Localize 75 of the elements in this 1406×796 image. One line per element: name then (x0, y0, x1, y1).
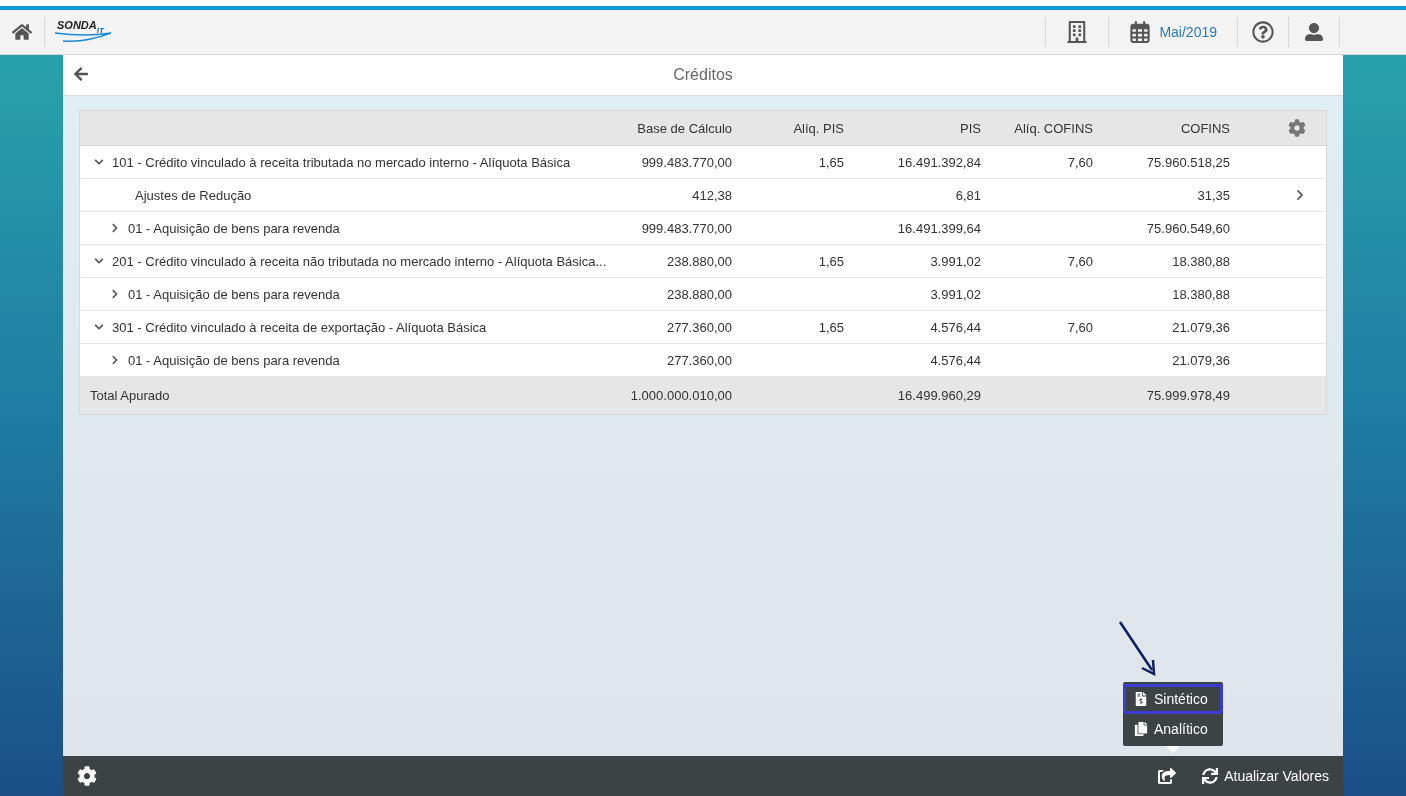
total-cell-text: 1.000.000.010,00 (629, 387, 732, 403)
collapse-toggle[interactable] (94, 256, 104, 266)
total-cell-text: 75.999.978,49 (1145, 387, 1230, 403)
table-cell-text: 412,38 (691, 187, 732, 203)
help-icon (1252, 21, 1274, 43)
period-button[interactable]: Mai/2019 (1108, 17, 1237, 47)
user-menu-button[interactable] (1288, 17, 1340, 47)
table-cell-text: 7,60 (1066, 253, 1093, 269)
column-header: Alíq. PIS (792, 120, 844, 136)
table-cell-text: 1,65 (817, 154, 844, 170)
settings-icon[interactable] (1288, 119, 1306, 137)
user-icon (1305, 23, 1323, 41)
calendar-icon (1129, 21, 1152, 43)
table-cell-text: 3.991,02 (929, 286, 981, 302)
table-cell-text: 16.491.392,84 (896, 154, 981, 170)
menu-item[interactable]: Sintético (1123, 684, 1223, 714)
refresh-button[interactable]: Atualizar Valores (1196, 768, 1335, 784)
back-button[interactable] (73, 66, 89, 82)
table-cell-text: 238.880,00 (665, 286, 732, 302)
column-header: Base de Cálculo (636, 120, 732, 136)
table-cell-text: 21.079,36 (1171, 319, 1230, 335)
table-cell-text: 21.079,36 (1171, 352, 1230, 368)
refresh-icon (1202, 768, 1219, 784)
table-cell-text: 4.576,44 (929, 352, 981, 368)
table-cell-text: 1,65 (817, 319, 844, 335)
menu-pointer (1166, 746, 1180, 753)
column-header: PIS (959, 120, 981, 136)
column-header: COFINS (1179, 120, 1230, 136)
settings-icon (77, 766, 97, 786)
table-cell-text: 7,60 (1066, 154, 1093, 170)
table-cell-text: 18.380,88 (1171, 253, 1230, 269)
table-cell-text: 18.380,88 (1171, 286, 1230, 302)
table-cell-text: 6,81 (954, 187, 981, 203)
column-header: Alíq. COFINS (1013, 120, 1093, 136)
table-cell-text: 75.960.549,60 (1145, 220, 1230, 236)
table-cell-text: 7,60 (1066, 319, 1093, 335)
table-cell-text: 999.483.770,00 (640, 220, 732, 236)
annotation-arrow (1118, 620, 1158, 676)
chevron-right-icon (110, 223, 120, 233)
chevron-right-icon (110, 355, 120, 365)
copy-icon (1134, 722, 1148, 736)
table-cell-text: 75.960.518,25 (1145, 154, 1230, 170)
row-label: 01 - Aquisição de bens para revenda (128, 352, 340, 368)
collapse-toggle[interactable] (94, 157, 104, 167)
total-cell-text: 16.499.960,29 (896, 387, 981, 403)
table-cell-text: 4.576,44 (929, 319, 981, 335)
chevron-down-icon (94, 256, 104, 266)
total-label: Total Apurado (90, 387, 170, 403)
chevron-right-icon (110, 289, 120, 299)
table-cell-text: 999.483.770,00 (640, 154, 732, 170)
chevron-right-icon[interactable] (1294, 189, 1306, 201)
collapse-toggle[interactable] (94, 322, 104, 332)
page-title: Créditos (673, 66, 733, 84)
home-icon (12, 22, 32, 42)
row-label: 201 - Crédito vinculado à receita não tributada no mercado interno - Alíquota Básica... (112, 253, 607, 269)
expand-toggle[interactable] (110, 289, 120, 299)
building-icon (1066, 21, 1089, 43)
table-cell-text: 277.360,00 (665, 319, 732, 335)
table-cell-text: 16.491.399,64 (896, 220, 981, 236)
row-label: Ajustes de Redução (135, 187, 252, 203)
share-icon (1158, 767, 1177, 785)
row-label: 301 - Crédito vinculado à receita de exportação - Alíquota Básica (112, 319, 487, 335)
row-label: 101 - Crédito vinculado à receita tributada no mercado interno - Alíquota Básica (112, 154, 571, 170)
table-cell-text: 3.991,02 (929, 253, 981, 269)
row-label: 01 - Aquisição de bens para revenda (128, 220, 340, 236)
chevron-down-icon (94, 157, 104, 167)
table-cell-text: 31,35 (1196, 187, 1230, 203)
table-cell-text: 277.360,00 (665, 352, 732, 368)
report-icon (1134, 692, 1148, 706)
table-cell-text: 1,65 (817, 253, 844, 269)
chevron-down-icon (94, 322, 104, 332)
expand-toggle[interactable] (110, 223, 120, 233)
table-cell-text: 238.880,00 (665, 253, 732, 269)
expand-toggle[interactable] (110, 355, 120, 365)
row-label: 01 - Aquisição de bens para revenda (128, 286, 340, 302)
